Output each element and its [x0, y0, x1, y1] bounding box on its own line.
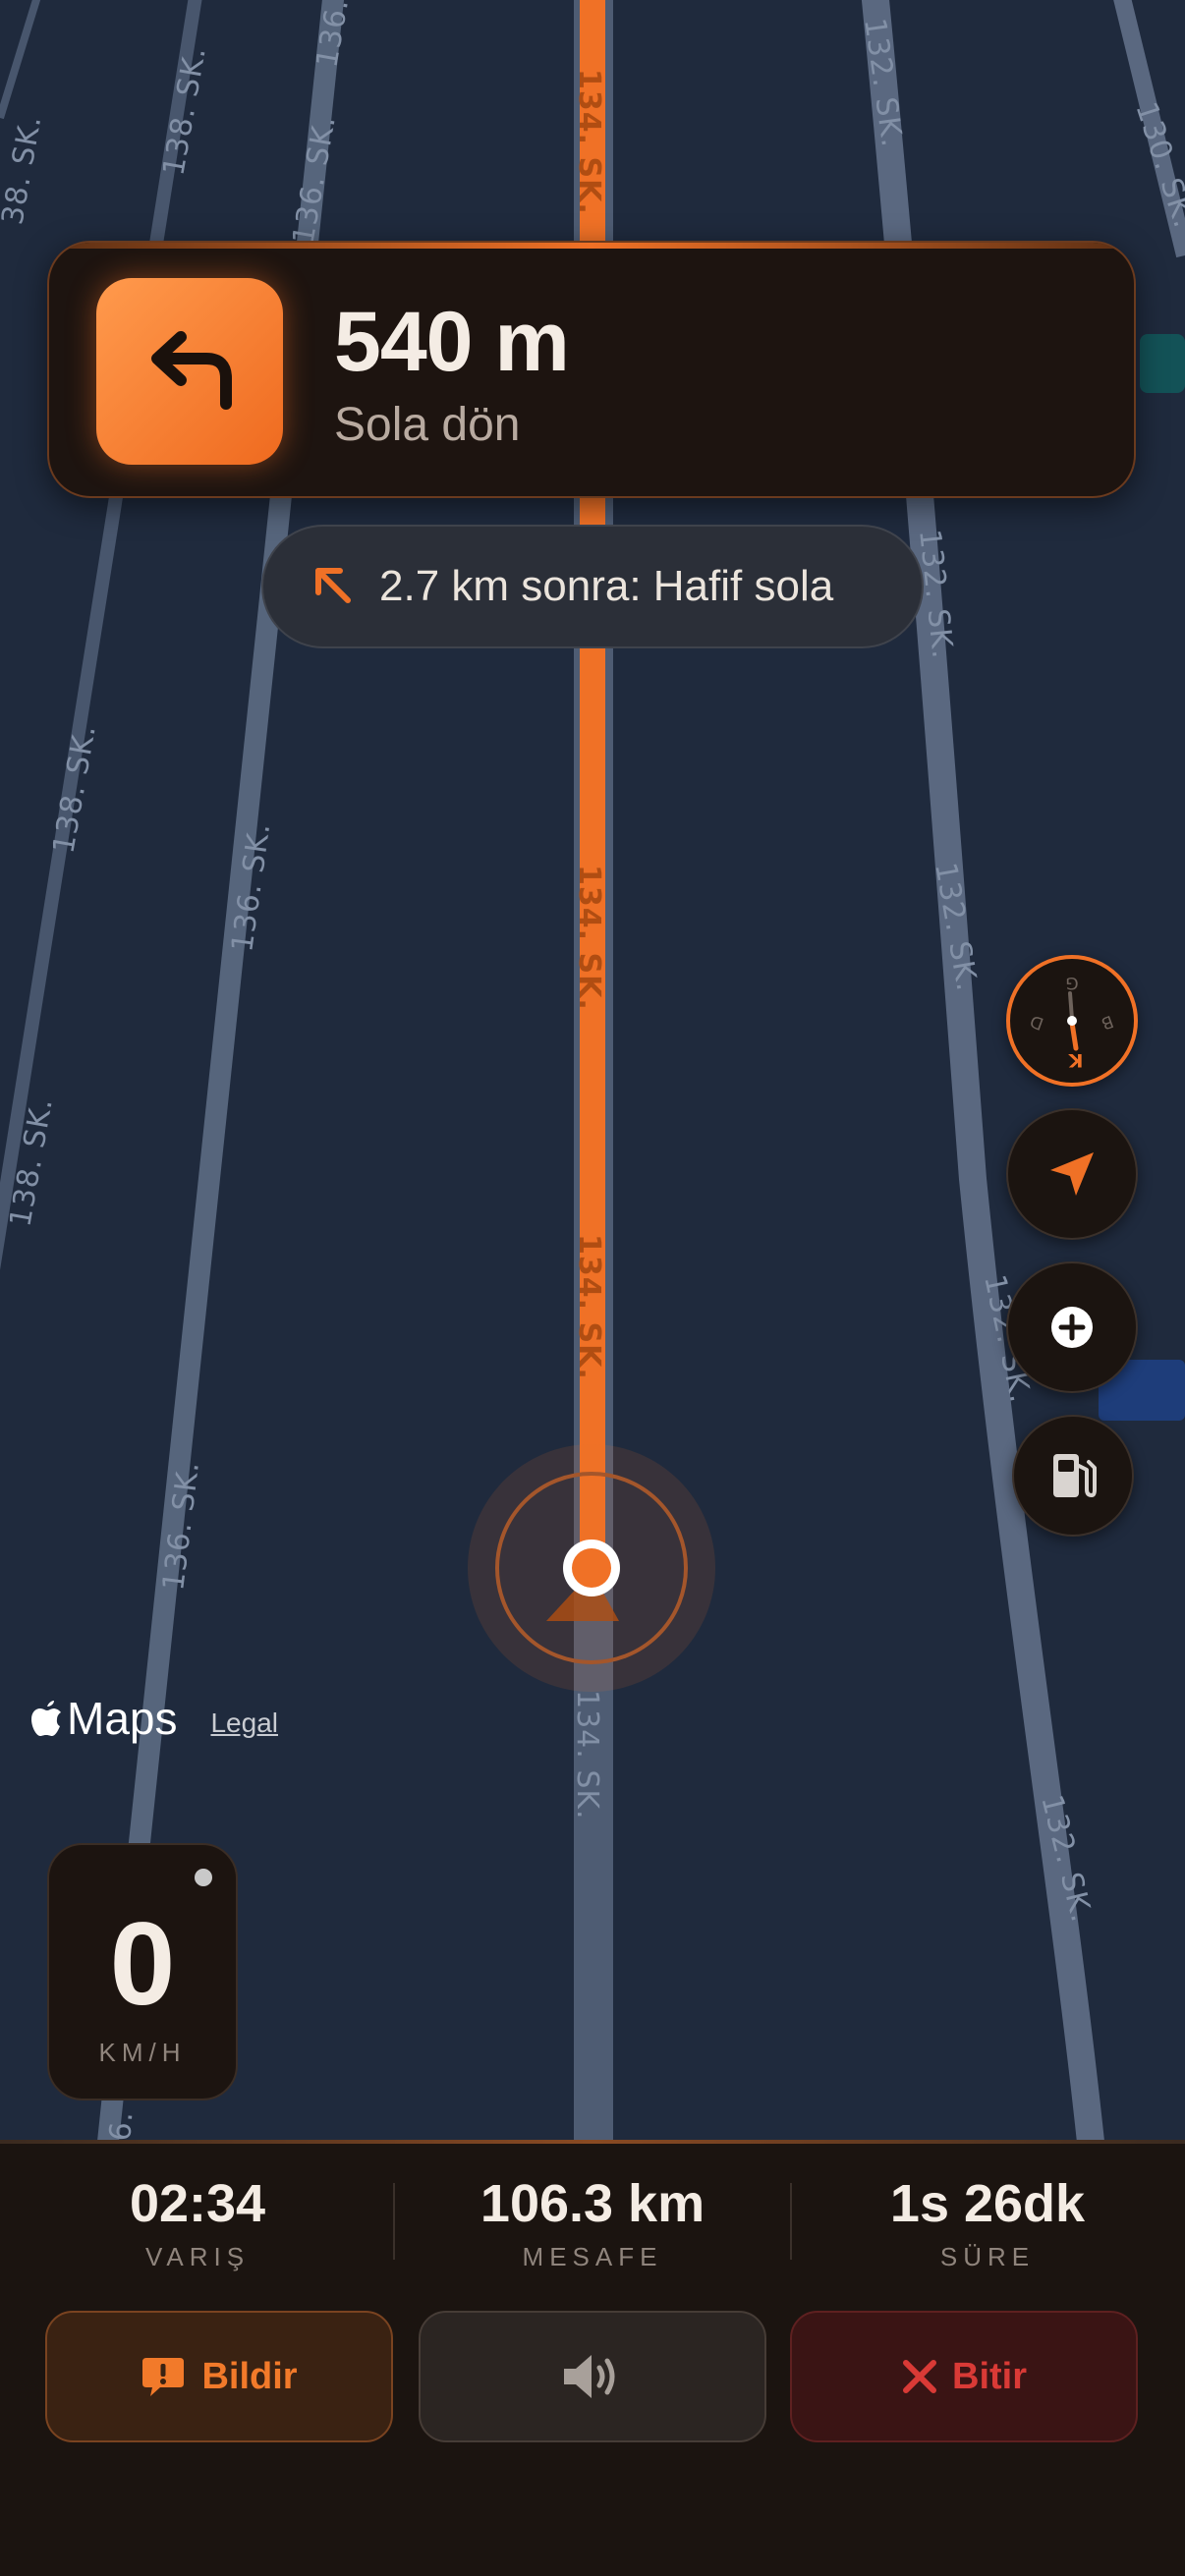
speed-unit: KM/H: [98, 2038, 187, 2067]
fuel-pump-icon: [1053, 1454, 1097, 1497]
arrival-stat: 02:34 VARIŞ: [0, 2173, 395, 2272]
arrival-time: 02:34: [129, 2174, 266, 2233]
sound-button[interactable]: [419, 2311, 766, 2442]
distance-stat: 106.3 km MESAFE: [395, 2173, 790, 2272]
duration-label: SÜRE: [939, 2242, 1036, 2271]
remaining-duration: 1s 26dk: [889, 2174, 1086, 2233]
route-street-label: 134. SK.: [572, 1234, 606, 1380]
trip-panel: 02:34 VARIŞ 106.3 km MESAFE 1s 26dk SÜRE…: [0, 2140, 1185, 2576]
fuel-station-button[interactable]: [1012, 1415, 1134, 1537]
route-street-label: 134. SK.: [572, 865, 606, 1011]
location-arrow-icon: [1050, 1152, 1094, 1196]
close-icon: [903, 2360, 936, 2393]
speed-value: 0: [109, 1898, 176, 2030]
next-maneuver-text: 2.7 km sonra: Hafif sola: [379, 562, 834, 610]
next-maneuver-pill: 2.7 km sonra: Hafif sola: [261, 525, 924, 648]
maneuver-distance: 540 m: [334, 295, 570, 389]
add-icon: [1051, 1307, 1093, 1348]
finish-button[interactable]: Bitir: [790, 2311, 1138, 2442]
report-button[interactable]: Bildir: [45, 2311, 393, 2442]
maps-attribution: Maps Legal: [29, 1692, 278, 1745]
compass-button[interactable]: G B D K: [1006, 955, 1138, 1087]
street-label: 134. SK.: [570, 1690, 604, 1820]
report-alert-icon: [142, 2358, 185, 2396]
route-street-label: 134. SK.: [572, 69, 606, 215]
panel-accent-line: [0, 2140, 1185, 2144]
remaining-distance: 106.3 km: [480, 2174, 705, 2233]
apple-logo-icon: [31, 1701, 61, 1736]
duration-stat: 1s 26dk SÜRE: [790, 2173, 1185, 2272]
slight-left-arrow-icon: [310, 563, 354, 611]
add-button[interactable]: [1006, 1261, 1138, 1393]
svg-text:G: G: [1065, 973, 1078, 992]
svg-text:D: D: [1028, 1010, 1046, 1033]
turn-left-arrow-icon: [96, 278, 283, 465]
distance-label: MESAFE: [522, 2242, 663, 2271]
arrival-label: VARIŞ: [144, 2242, 251, 2271]
maneuver-card: 540 m Sola dön: [47, 241, 1136, 498]
user-location-marker: [468, 1444, 715, 1692]
recenter-location-button[interactable]: [1006, 1108, 1138, 1240]
maps-brand-text: Maps: [67, 1693, 178, 1744]
compass-icon: G B D K: [1028, 973, 1116, 1071]
card-accent-line: [49, 243, 1134, 249]
speedometer: 0 KM/H: [47, 1843, 238, 2100]
svg-text:K: K: [1067, 1049, 1083, 1071]
maneuver-instruction: Sola dön: [334, 399, 521, 451]
finish-label: Bitir: [952, 2355, 1027, 2397]
speaker-icon: [564, 2355, 615, 2398]
svg-text:B: B: [1099, 1011, 1116, 1034]
report-label: Bildir: [201, 2355, 298, 2397]
legal-link[interactable]: Legal: [210, 1708, 278, 1739]
gps-status-dot: [195, 1869, 212, 1886]
street-label: 6.: [103, 2109, 141, 2142]
